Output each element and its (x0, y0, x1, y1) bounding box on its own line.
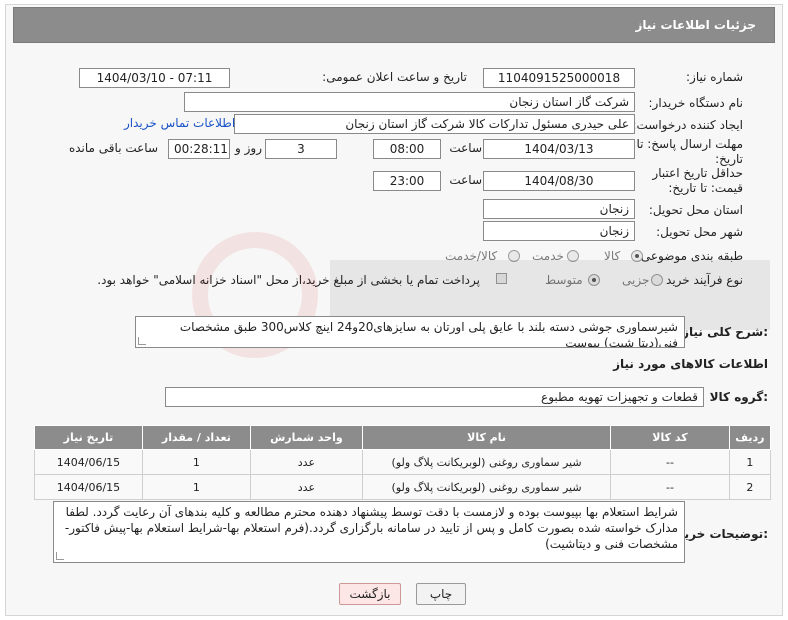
treasury-payment-note: پرداخت تمام یا بخشی از مبلغ خرید،از محل … (97, 273, 480, 287)
page-title: جزئیات اطلاعات نیاز (635, 18, 756, 32)
cell-row: 1 (728, 449, 772, 475)
province-field: زنجان (483, 199, 635, 219)
city-field: زنجان (483, 221, 635, 241)
creator-field: علی حیدری مسئول تدارکات کالا شرکت گاز اس… (234, 114, 635, 134)
goods-group-label: گروه کالا: (709, 390, 768, 404)
cell-unit: عدد (249, 449, 364, 475)
announce-date-label: تاریخ و ساعت اعلان عمومی: (322, 70, 467, 84)
goods-group-field: قطعات و تجهیزات تهویه مطبوع (165, 387, 704, 407)
cell-qty: 1 (141, 449, 251, 475)
category-radio-service[interactable] (567, 250, 579, 262)
category-radio-goods-service[interactable] (508, 250, 520, 262)
goods-section-title: اطلاعات کالاهای مورد نیاز (613, 357, 768, 371)
price-date-field: 1404/08/30 (483, 171, 635, 191)
cell-code: -- (610, 449, 730, 475)
remaining-time-field: 00:28:11 (168, 139, 230, 159)
remaining-time-label: ساعت باقی مانده (68, 141, 158, 155)
back-button[interactable]: بازگشت (339, 583, 401, 605)
cell-unit: عدد (249, 474, 364, 500)
cell-date: 1404/06/15 (34, 449, 143, 475)
goods-table: ردیف کد کالا نام کالا واحد شمارش تعداد /… (34, 425, 772, 500)
cell-row: 2 (728, 474, 772, 500)
buyer-notes-text: شرایط استعلام بها بپیوست بوده و لازمست ب… (64, 505, 678, 551)
need-number-label: شماره نیاز: (686, 70, 743, 84)
process-radio-minor[interactable] (651, 274, 663, 286)
resize-handle-icon[interactable] (56, 552, 64, 560)
price-time-label: ساعت (449, 173, 482, 187)
process-type-label: نوع فرآیند خرید : (658, 273, 743, 287)
price-deadline-label: حداقل تاریخ اعتبار قیمت: تا تاریخ: (652, 166, 743, 195)
category-label: طبقه بندی موضوعی: (636, 249, 743, 263)
reply-date-field: 1404/03/13 (483, 139, 635, 159)
category-radio-goods[interactable] (631, 250, 643, 262)
process-option-minor: جزیی (622, 273, 650, 287)
process-radio-medium[interactable] (588, 274, 600, 286)
goods-table-header: ردیف کد کالا نام کالا واحد شمارش تعداد /… (34, 425, 772, 450)
buyer-field: شرکت گاز استان زنجان (184, 92, 635, 112)
col-date: تاریخ نیاز (34, 425, 143, 450)
buyer-contact-link[interactable]: اطلاعات تماس خریدار (124, 116, 235, 130)
col-row: ردیف (728, 425, 772, 450)
price-time-field: 23:00 (373, 171, 441, 191)
buyer-notes-textarea[interactable]: شرایط استعلام بها بپیوست بوده و لازمست ب… (53, 501, 685, 563)
category-option-goods: کالا (604, 249, 621, 263)
category-option-service: خدمت (532, 249, 564, 263)
table-row: 2 -- شیر سماوری روغنی (لوبریکانت پلاگ ول… (34, 474, 772, 500)
treasury-payment-checkbox[interactable] (496, 273, 507, 284)
days-remaining-field: 3 (265, 139, 337, 159)
reply-time-label: ساعت (449, 141, 482, 155)
need-number-field: 1104091525000018 (483, 68, 635, 88)
cell-name: شیر سماوری روغنی (لوبریکانت پلاگ ولو) (361, 449, 612, 475)
description-textarea[interactable]: شیرسماوری جوشی دسته بلند با عایق پلی اور… (135, 316, 685, 348)
reply-deadline-label: مهلت ارسال پاسخ: تا تاریخ: (636, 137, 743, 166)
city-label: شهر محل تحویل: (656, 225, 743, 239)
cell-date: 1404/06/15 (34, 474, 143, 500)
page-header: جزئیات اطلاعات نیاز (13, 7, 775, 43)
reply-time-field: 08:00 (373, 139, 441, 159)
col-unit: واحد شمارش (249, 425, 364, 450)
col-qty: تعداد / مقدار (141, 425, 251, 450)
province-label: استان محل تحویل: (648, 203, 743, 217)
announce-date-field: 1404/03/10 - 07:11 (79, 68, 230, 88)
table-row: 1 -- شیر سماوری روغنی (لوبریکانت پلاگ ول… (34, 449, 772, 475)
buyer-label: نام دستگاه خریدار: (648, 96, 744, 110)
col-code: کد کالا (610, 425, 730, 450)
description-text: شیرسماوری جوشی دسته بلند با عایق پلی اور… (179, 320, 678, 348)
cell-code: -- (610, 474, 730, 500)
col-name: نام کالا (361, 425, 612, 450)
resize-handle-icon[interactable] (138, 337, 146, 345)
cell-name: شیر سماوری روغنی (لوبریکانت پلاگ ولو) (361, 474, 612, 500)
description-label: شرح کلی نیاز: (682, 325, 768, 339)
days-label: روز و (235, 141, 262, 155)
category-option-goods-service: کالا/خدمت (445, 249, 498, 263)
print-button[interactable]: چاپ (416, 583, 466, 605)
process-option-medium: متوسط (545, 273, 583, 287)
cell-qty: 1 (141, 474, 251, 500)
creator-label: ایجاد کننده درخواست: (632, 118, 743, 132)
